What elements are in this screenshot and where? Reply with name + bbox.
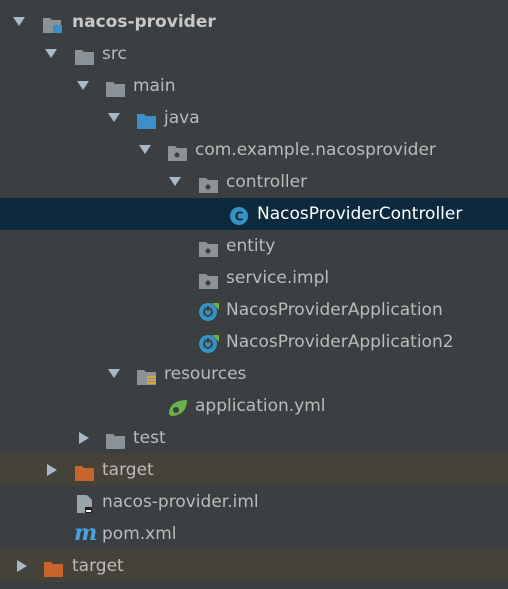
tree-row-target-outer[interactable]: target — [0, 550, 508, 582]
svg-text:C: C — [235, 210, 244, 224]
folder-icon — [105, 429, 125, 449]
tree-label: NacosProviderApplication — [226, 300, 443, 320]
tree-label: target — [102, 460, 154, 480]
expand-arrow-icon[interactable] — [138, 134, 152, 166]
tree-row-controller[interactable]: controller — [0, 166, 508, 198]
project-tree: nacos-provider src main java com.example… — [0, 0, 508, 582]
tree-row-package[interactable]: com.example.nacosprovider — [0, 134, 508, 166]
package-icon — [198, 173, 218, 193]
tree-row-target-inner[interactable]: target — [0, 454, 508, 486]
tree-label: test — [133, 428, 166, 448]
expand-arrow-icon[interactable] — [76, 70, 90, 102]
tree-label: nacos-provider.iml — [102, 492, 259, 512]
expand-arrow-icon[interactable] — [107, 358, 121, 390]
tree-row-main[interactable]: main — [0, 70, 508, 102]
tree-label: controller — [226, 172, 308, 192]
tree-row-entity[interactable]: entity — [0, 230, 508, 262]
maven-icon: m — [74, 520, 97, 546]
tree-row-test[interactable]: test — [0, 422, 508, 454]
tree-row-java[interactable]: java — [0, 102, 508, 134]
tree-label: NacosProviderApplication2 — [226, 332, 454, 352]
tree-label: java — [164, 108, 200, 128]
tree-row-resources[interactable]: resources — [0, 358, 508, 390]
excluded-folder-icon — [74, 461, 94, 481]
tree-label: main — [133, 76, 176, 96]
expand-arrow-icon[interactable] — [168, 166, 182, 198]
spring-boot-class-icon — [198, 301, 219, 321]
excluded-folder-icon — [43, 557, 63, 577]
spring-config-icon — [167, 397, 187, 416]
tree-row-nacos-provider-controller[interactable]: C NacosProviderController — [0, 198, 508, 230]
tree-label: application.yml — [195, 396, 326, 416]
tree-label: service.impl — [226, 268, 330, 288]
svg-text:m: m — [74, 522, 97, 544]
tree-label: src — [102, 44, 127, 64]
tree-label: target — [72, 556, 124, 576]
tree-row-application-yml[interactable]: application.yml — [0, 390, 508, 422]
collapse-arrow-icon[interactable] — [46, 454, 60, 486]
collapse-arrow-icon[interactable] — [78, 422, 92, 454]
tree-label: NacosProviderController — [257, 204, 463, 224]
tree-label: nacos-provider — [72, 12, 216, 32]
tree-row-nacos-provider-application[interactable]: NacosProviderApplication — [0, 294, 508, 326]
tree-label: resources — [164, 364, 247, 384]
package-icon — [198, 237, 218, 257]
tree-row-nacos-provider-application2[interactable]: NacosProviderApplication2 — [0, 326, 508, 358]
source-folder-icon — [136, 109, 156, 129]
resources-folder-icon — [136, 365, 156, 385]
spring-boot-class-icon — [198, 333, 219, 353]
package-icon — [198, 269, 218, 289]
module-folder-icon — [42, 13, 62, 33]
collapse-arrow-icon[interactable] — [16, 550, 30, 582]
package-icon — [167, 141, 187, 161]
tree-row-pom[interactable]: m pom.xml — [0, 518, 508, 550]
folder-icon — [74, 45, 94, 65]
tree-row-src[interactable]: src — [0, 38, 508, 70]
java-class-icon: C — [229, 205, 249, 225]
tree-row-nacos-provider[interactable]: nacos-provider — [0, 6, 508, 38]
tree-label: pom.xml — [102, 524, 177, 544]
tree-row-iml[interactable]: nacos-provider.iml — [0, 486, 508, 518]
expand-arrow-icon[interactable] — [107, 102, 121, 134]
expand-arrow-icon[interactable] — [44, 38, 58, 70]
iml-file-icon — [76, 493, 96, 513]
folder-icon — [105, 77, 125, 97]
tree-row-service-impl[interactable]: service.impl — [0, 262, 508, 294]
tree-label: entity — [226, 236, 276, 256]
expand-arrow-icon[interactable] — [12, 6, 26, 38]
tree-label: com.example.nacosprovider — [195, 140, 436, 160]
